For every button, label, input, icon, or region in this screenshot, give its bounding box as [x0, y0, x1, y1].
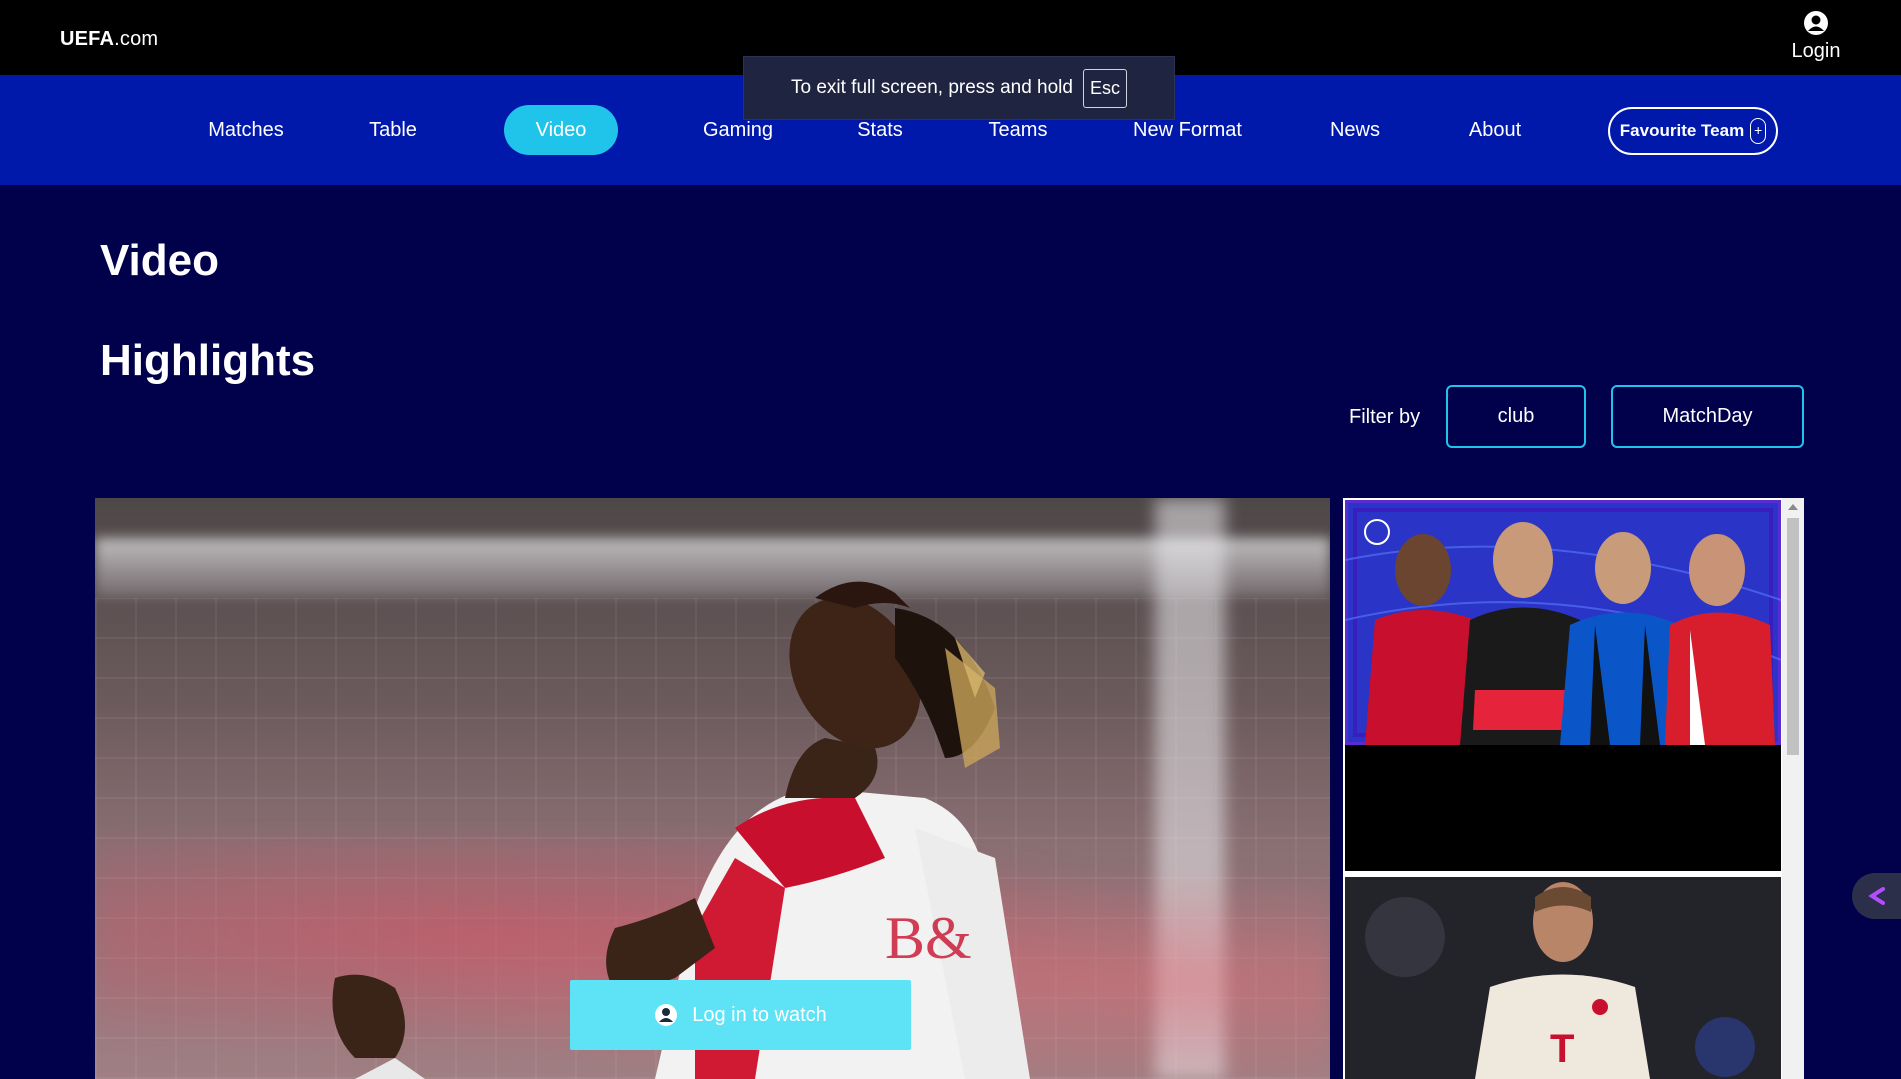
login-to-watch-label: Log in to watch	[692, 1003, 827, 1026]
chevron-left-icon	[1867, 887, 1885, 905]
user-icon	[1804, 11, 1828, 35]
nav-item-about[interactable]: About	[1460, 105, 1530, 155]
nav-item-matches[interactable]: Matches	[196, 105, 296, 155]
fullscreen-exit-notice: To exit full screen, press and hold Esc	[743, 56, 1175, 120]
filter-matchday-button[interactable]: MatchDay	[1611, 385, 1804, 448]
filter-label: Filter by	[1349, 406, 1421, 428]
favourite-team-label: Favourite Team	[1619, 121, 1745, 140]
video-list-scrollbar[interactable]	[1782, 498, 1804, 1079]
video-list: T	[1343, 498, 1804, 1079]
svg-text:B&: B&	[885, 905, 972, 971]
video-card[interactable]: T	[1345, 877, 1781, 1079]
nav-item-news[interactable]: News	[1325, 105, 1385, 155]
video-thumbnail: T	[1345, 877, 1781, 1079]
nav-item-table[interactable]: Table	[353, 105, 433, 155]
fullscreen-notice-text: To exit full screen, press and hold	[790, 77, 1073, 98]
login-button[interactable]: Login	[1786, 10, 1846, 63]
scrollbar-thumb[interactable]	[1787, 518, 1799, 755]
scroll-up-arrow[interactable]	[1788, 504, 1798, 510]
svg-text:T: T	[1550, 1027, 1574, 1071]
user-icon	[655, 1004, 678, 1026]
nav-item-video[interactable]: Video	[504, 105, 618, 155]
video-card[interactable]	[1345, 500, 1781, 871]
section-title: Highlights	[100, 336, 316, 385]
video-thumbnail	[1345, 500, 1781, 871]
login-label: Login	[1791, 40, 1841, 62]
filter-club-button[interactable]: club	[1446, 385, 1586, 448]
login-to-watch-button[interactable]: Log in to watch	[570, 980, 911, 1050]
page-title: Video	[100, 236, 220, 285]
favourite-team-button[interactable]: Favourite Team +	[1608, 107, 1778, 155]
plus-icon: +	[1750, 118, 1767, 144]
uefa-logo[interactable]: UEFA.com	[60, 28, 158, 51]
side-panel-toggle[interactable]	[1852, 873, 1901, 919]
esc-key-hint: Esc	[1082, 68, 1127, 108]
